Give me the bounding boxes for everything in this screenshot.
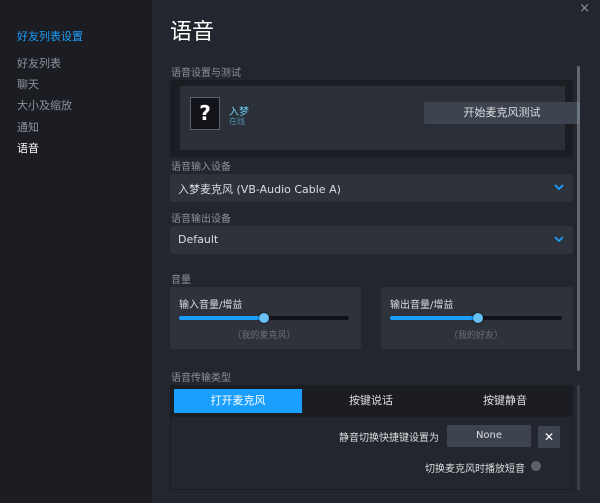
- scrollbar-thumb[interactable]: [577, 66, 580, 371]
- sidebar-item-voice[interactable]: 语音: [17, 140, 39, 156]
- sidebar-item-notifications[interactable]: 通知: [17, 119, 39, 135]
- toggle-sound-label: 切换麦克风时播放短音: [425, 464, 525, 475]
- input-device-select[interactable]: 入梦麦克风 (VB-Audio Cable A): [170, 174, 573, 202]
- output-volume-slider[interactable]: [390, 313, 562, 323]
- input-volume-fill: [179, 316, 264, 320]
- sidebar-header: 好友列表设置: [17, 30, 83, 43]
- output-volume-thumb[interactable]: [472, 313, 483, 323]
- output-device-label: 语音输出设备: [171, 214, 231, 225]
- scrollbar-track[interactable]: [577, 385, 580, 490]
- mute-hotkey-button[interactable]: None: [447, 425, 531, 447]
- output-volume-fill: [390, 316, 478, 320]
- avatar: ?: [190, 97, 220, 130]
- tab-push-to-mute[interactable]: 按键静音: [441, 389, 569, 413]
- transmission-tabs: 打开麦克风 按键说话 按键静音: [174, 389, 569, 413]
- toggle-knob: [531, 461, 541, 471]
- toggle-sound-switch[interactable]: [531, 461, 549, 471]
- input-volume-thumb[interactable]: [259, 313, 269, 323]
- sidebar: 好友列表设置 好友列表 聊天 大小及缩放 通知 语音: [0, 0, 152, 503]
- sidebar-item-friends-list[interactable]: 好友列表: [17, 55, 61, 71]
- transmission-label: 语音传输类型: [171, 373, 231, 384]
- tab-open-mic[interactable]: 打开麦克风: [174, 389, 302, 413]
- tab-push-to-talk[interactable]: 按键说话: [307, 389, 435, 413]
- output-volume-label: 输出音量/增益: [390, 300, 454, 311]
- sidebar-item-size-scaling[interactable]: 大小及缩放: [17, 97, 72, 113]
- chevron-down-icon: [554, 236, 564, 243]
- output-device-select[interactable]: Default: [170, 226, 573, 254]
- input-device-value: 入梦麦克风 (VB-Audio Cable A): [178, 183, 341, 196]
- input-volume-slider[interactable]: [179, 313, 349, 323]
- volume-label: 音量: [171, 275, 191, 286]
- close-icon[interactable]: ×: [579, 1, 590, 16]
- main-panel: × 语音 语音设置与测试 ? 入梦 在线 开始麦克风测试 语音输入设备 入梦麦克…: [152, 0, 600, 503]
- clear-hotkey-button[interactable]: ✕: [538, 426, 560, 448]
- output-volume-caption: （我的好友）: [448, 331, 503, 341]
- page-title: 语音: [170, 20, 215, 45]
- transmission-panel: 打开麦克风 按键说话 按键静音 静音切换快捷键设置为 None ✕ 切换麦克风时…: [170, 385, 573, 490]
- transmission-options: 静音切换快捷键设置为 None ✕ 切换麦克风时播放短音: [171, 417, 572, 489]
- output-volume-panel: 输出音量/增益 （我的好友）: [381, 287, 573, 349]
- input-volume-panel: 输入音量/增益 （我的麦克风）: [170, 287, 361, 349]
- friend-status: 在线: [229, 117, 245, 126]
- input-volume-label: 输入音量/增益: [179, 300, 243, 311]
- sidebar-item-chat[interactable]: 聊天: [17, 76, 39, 92]
- input-device-label: 语音输入设备: [171, 162, 231, 173]
- chevron-down-icon: [554, 184, 564, 191]
- input-volume-caption: （我的麦克风）: [232, 331, 296, 341]
- mute-hotkey-label: 静音切换快捷键设置为: [339, 433, 439, 444]
- output-device-value: Default: [178, 233, 219, 246]
- test-section-label: 语音设置与测试: [171, 68, 241, 79]
- start-mic-test-button[interactable]: 开始麦克风测试: [424, 102, 580, 124]
